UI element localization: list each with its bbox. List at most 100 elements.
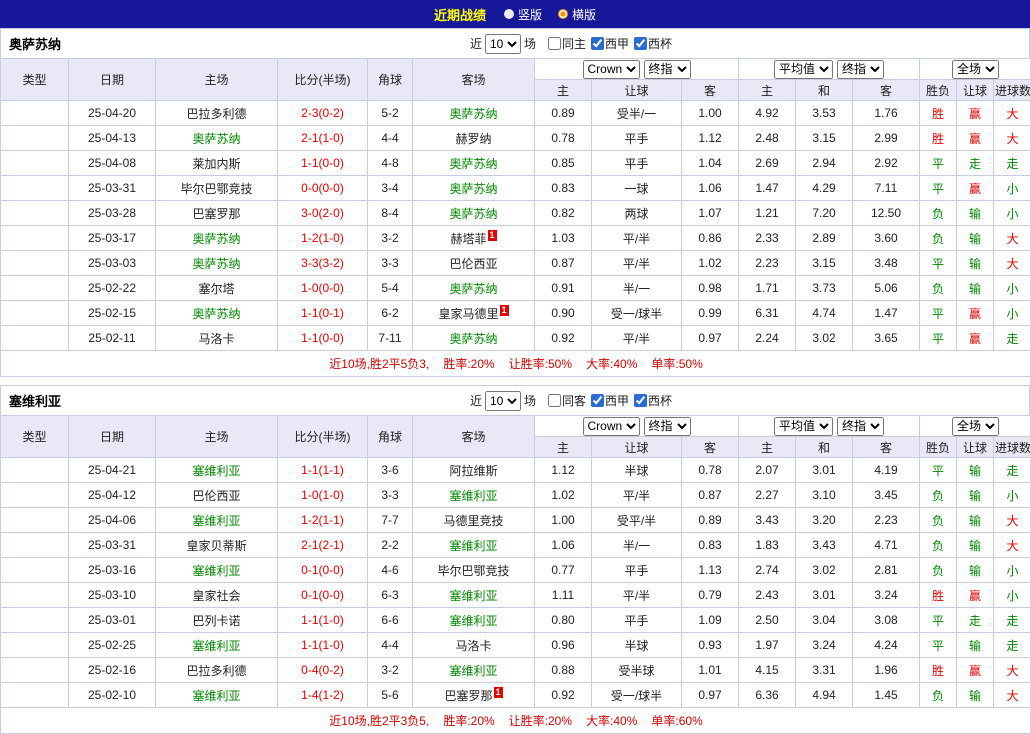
team-link[interactable]: 塞维利亚 <box>192 464 240 478</box>
team-link[interactable]: 奥萨苏纳 <box>449 207 497 221</box>
team-link[interactable]: 奥萨苏纳 <box>449 107 497 121</box>
team-link[interactable]: 塞维利亚 <box>192 514 240 528</box>
team-link[interactable]: 巴列卡诺 <box>192 614 240 628</box>
odds-source-select[interactable]: 全场 <box>952 417 999 436</box>
result-winloss-cell: 负 <box>920 558 957 583</box>
avg-away-odds-cell: 5.06 <box>853 276 920 301</box>
odds-source-select[interactable]: 全场 <box>952 60 999 79</box>
corner-cell: 8-4 <box>368 201 413 226</box>
away-team-cell: 奥萨苏纳 <box>413 176 535 201</box>
summary-stat: 胜率:20% <box>443 357 494 371</box>
team-link[interactable]: 奥萨苏纳 <box>449 332 497 346</box>
team-link[interactable]: 皇家社会 <box>192 589 240 603</box>
match-row: 西甲25-03-28巴塞罗那3-0(2-0)8-4奥萨苏纳0.82两球1.071… <box>1 201 1030 226</box>
handicap-line-cell: 平/半 <box>592 226 682 251</box>
checkbox-input[interactable] <box>591 394 604 407</box>
date-cell: 25-03-03 <box>69 251 156 276</box>
filter-checkbox[interactable]: 西甲 <box>586 35 629 52</box>
avg-home-odds-cell: 2.43 <box>739 583 796 608</box>
team-link[interactable]: 巴拉多利德 <box>186 664 246 678</box>
checkbox-input[interactable] <box>548 394 561 407</box>
checkbox-input[interactable] <box>591 37 604 50</box>
score-cell: 1-2(1-1) <box>278 508 368 533</box>
avg-away-odds-cell: 4.19 <box>853 458 920 483</box>
team-link[interactable]: 巴拉多利德 <box>186 107 246 121</box>
checkbox-input[interactable] <box>634 394 647 407</box>
result-goals-cell: 走 <box>994 326 1030 351</box>
team-link[interactable]: 塞维利亚 <box>449 664 497 678</box>
team-link[interactable]: 塞维利亚 <box>192 639 240 653</box>
league-cell: 西甲 <box>1 633 69 658</box>
team-link[interactable]: 赫罗纳 <box>455 132 491 146</box>
filter-checkbox[interactable]: 西甲 <box>586 392 629 409</box>
team-link[interactable]: 塞尔塔 <box>198 282 234 296</box>
away-team-cell: 塞维利亚 <box>413 583 535 608</box>
filter-controls: 近 10 场 同客西甲西杯 <box>470 391 672 411</box>
team-link[interactable]: 马洛卡 <box>455 639 491 653</box>
team-link[interactable]: 毕尔巴鄂竞技 <box>180 182 252 196</box>
team-link[interactable]: 奥萨苏纳 <box>449 282 497 296</box>
layout-mode-option[interactable]: 横版 <box>558 6 596 23</box>
red-card-badge: 1 <box>500 305 509 316</box>
checkbox-label: 西杯 <box>648 35 672 52</box>
layout-mode-option[interactable]: 竖版 <box>504 6 542 23</box>
column-subheader: 和 <box>796 80 853 101</box>
match-count-select[interactable]: 10 <box>485 34 521 54</box>
handicap-home-odds-cell: 0.85 <box>535 151 592 176</box>
team-link[interactable]: 巴伦西亚 <box>192 489 240 503</box>
match-row: 西甲25-03-01巴列卡诺1-1(1-0)6-6塞维利亚0.80平手1.092… <box>1 608 1030 633</box>
filter-checkbox[interactable]: 西杯 <box>629 392 672 409</box>
filter-checkbox[interactable]: 西杯 <box>629 35 672 52</box>
avg-draw-odds-cell: 3.43 <box>796 533 853 558</box>
avg-home-odds-cell: 2.24 <box>739 326 796 351</box>
team-link[interactable]: 塞维利亚 <box>192 689 240 703</box>
team-link[interactable]: 皇家马德里 <box>438 307 498 321</box>
team-link[interactable]: 莱加内斯 <box>192 157 240 171</box>
odds-source-select[interactable]: Crown <box>583 60 640 79</box>
odds-source-select[interactable]: 终指 <box>837 417 884 436</box>
team-link[interactable]: 塞维利亚 <box>449 589 497 603</box>
column-header: 日期 <box>69 416 156 458</box>
corner-cell: 7-7 <box>368 508 413 533</box>
filter-checkbox[interactable]: 同主 <box>543 35 586 52</box>
result-handicap-cell: 走 <box>957 608 994 633</box>
team-link[interactable]: 奥萨苏纳 <box>449 182 497 196</box>
team-link[interactable]: 马德里竞技 <box>443 514 503 528</box>
team-link[interactable]: 奥萨苏纳 <box>449 157 497 171</box>
team-link[interactable]: 巴伦西亚 <box>449 257 497 271</box>
match-count-select[interactable]: 10 <box>485 391 521 411</box>
league-cell: 西甲 <box>1 608 69 633</box>
team-link[interactable]: 阿拉维斯 <box>449 464 497 478</box>
home-team-cell: 奥萨苏纳 <box>156 126 278 151</box>
team-link[interactable]: 奥萨苏纳 <box>192 232 240 246</box>
result-handicap-cell: 赢 <box>957 326 994 351</box>
checkbox-input[interactable] <box>634 37 647 50</box>
score-cell: 2-3(0-2) <box>278 101 368 126</box>
odds-source-select[interactable]: 终指 <box>837 60 884 79</box>
odds-source-select[interactable]: 平均值 <box>774 417 833 436</box>
team-link[interactable]: 奥萨苏纳 <box>192 257 240 271</box>
team-link[interactable]: 奥萨苏纳 <box>192 307 240 321</box>
team-link[interactable]: 塞维利亚 <box>449 614 497 628</box>
team-link[interactable]: 塞维利亚 <box>449 489 497 503</box>
team-link[interactable]: 巴塞罗那 <box>444 689 492 703</box>
table-body: 西甲25-04-21塞维利亚1-1(1-1)3-6阿拉维斯1.12半球0.782… <box>1 458 1030 708</box>
team-link[interactable]: 巴塞罗那 <box>192 207 240 221</box>
team-link[interactable]: 皇家贝蒂斯 <box>186 539 246 553</box>
odds-source-select[interactable]: 平均值 <box>774 60 833 79</box>
handicap-home-odds-cell: 1.06 <box>535 533 592 558</box>
team-link[interactable]: 马洛卡 <box>198 332 234 346</box>
team-link[interactable]: 奥萨苏纳 <box>192 132 240 146</box>
checkbox-input[interactable] <box>548 37 561 50</box>
team-link[interactable]: 赫塔菲 <box>450 232 486 246</box>
summary-stat: 大率:40% <box>586 714 637 728</box>
team-link[interactable]: 毕尔巴鄂竞技 <box>437 564 509 578</box>
odds-source-select[interactable]: Crown <box>583 417 640 436</box>
team-link[interactable]: 塞维利亚 <box>449 539 497 553</box>
filter-checkbox[interactable]: 同客 <box>543 392 586 409</box>
team-link[interactable]: 塞维利亚 <box>192 564 240 578</box>
odds-source-select[interactable]: 终指 <box>644 417 691 436</box>
team-name: 塞维利亚 <box>9 391 61 410</box>
result-winloss-cell: 平 <box>920 458 957 483</box>
odds-source-select[interactable]: 终指 <box>644 60 691 79</box>
